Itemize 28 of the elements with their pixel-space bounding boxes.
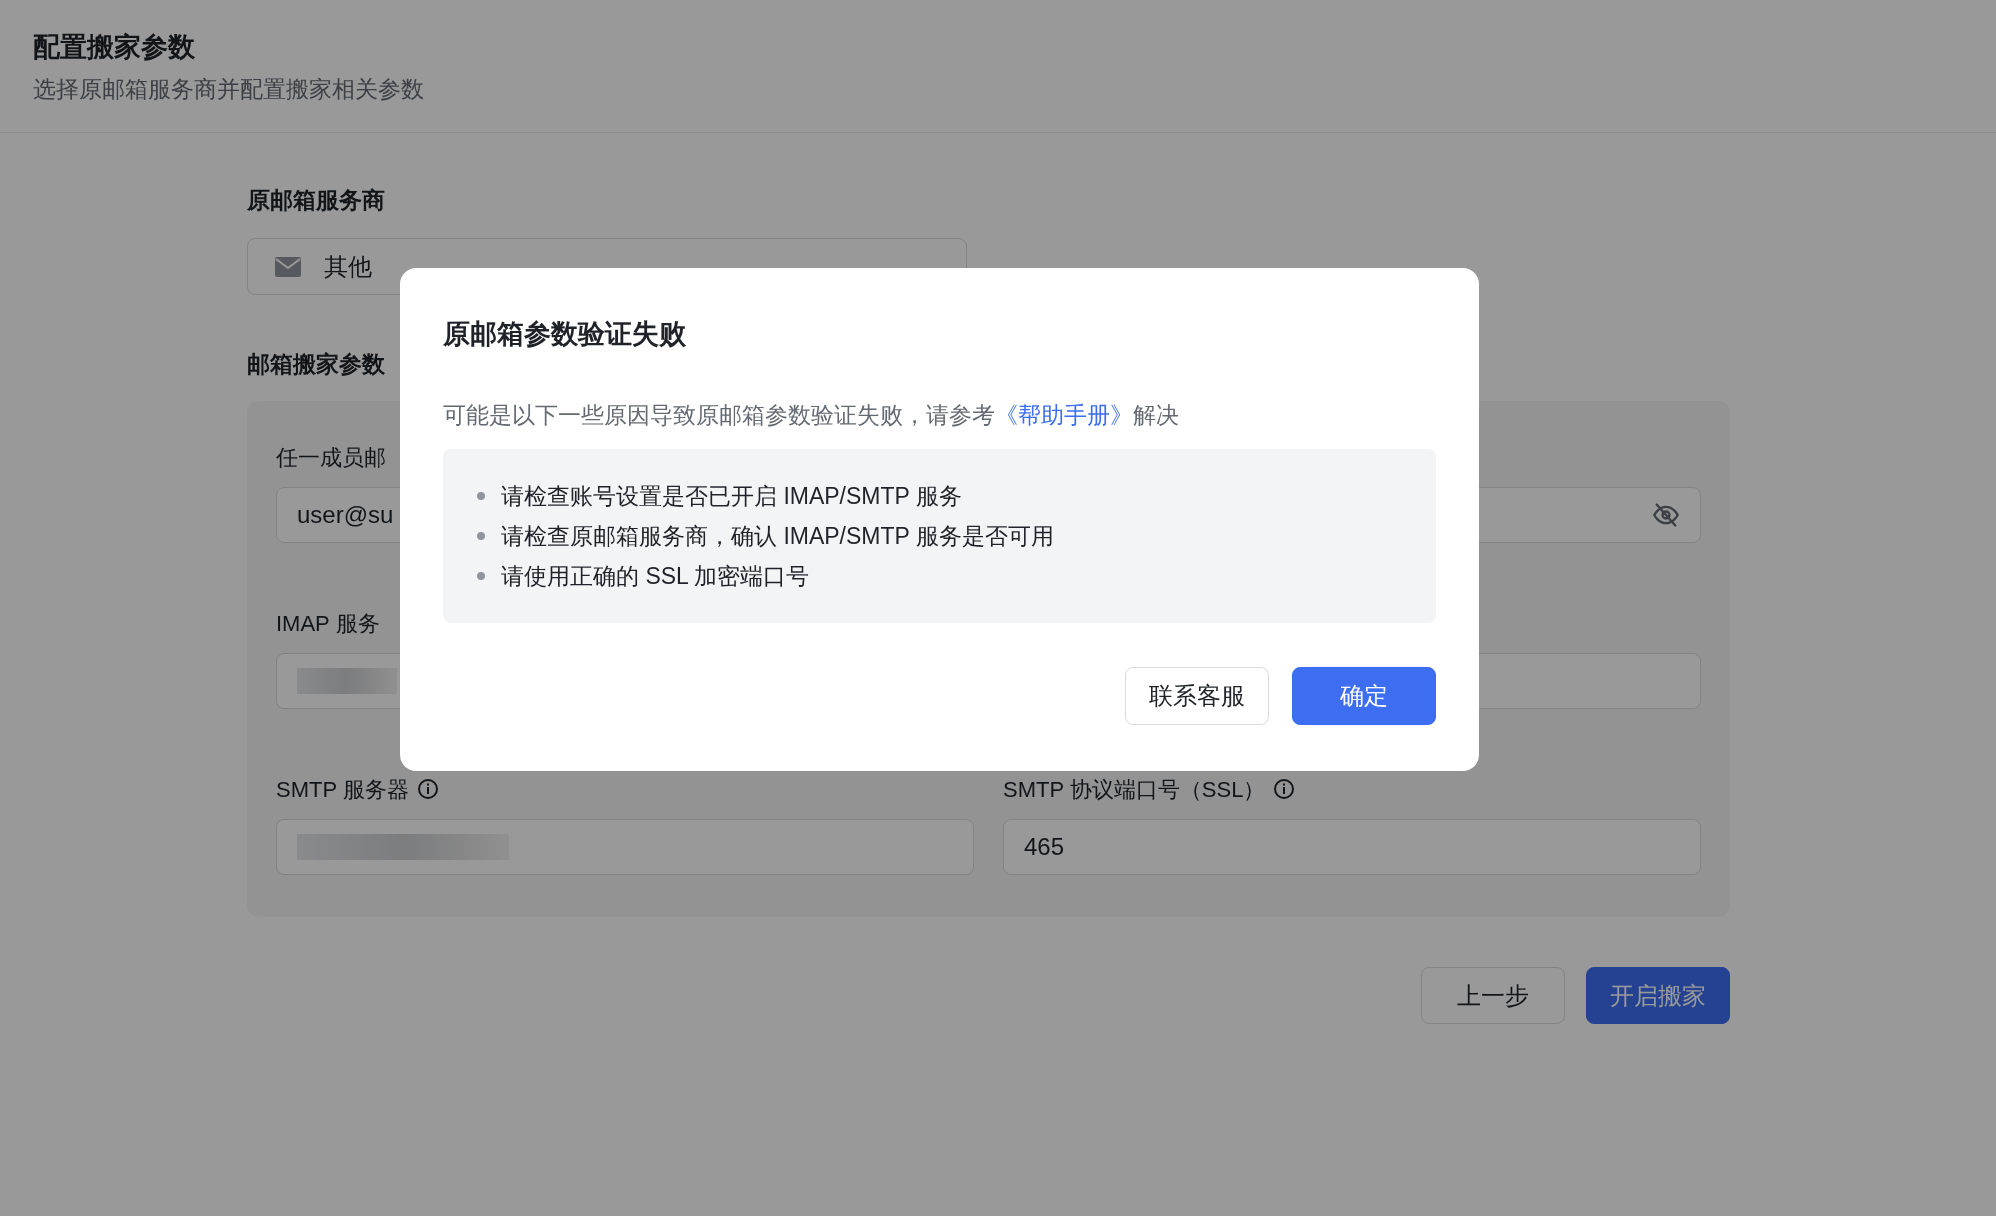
footer-button[interactable]: 上一步	[1421, 967, 1565, 1024]
select-value: 其他	[324, 251, 372, 282]
field-label: IMAP 服务	[276, 609, 380, 638]
eye-off-icon[interactable]	[1652, 501, 1680, 529]
tip-text: 请检查账号设置是否已开启 IMAP/SMTP 服务	[501, 482, 962, 511]
input-field[interactable]: 465	[1003, 819, 1701, 875]
page-title: 配置搬家参数	[33, 31, 196, 64]
field-label: 任一成员邮	[276, 443, 386, 472]
field-value: user@su	[297, 500, 394, 530]
field-value: 465	[1024, 832, 1065, 862]
footer-button[interactable]: 开启搬家	[1586, 967, 1730, 1024]
dialog-title: 原邮箱参数验证失败	[443, 318, 687, 351]
mail-icon	[275, 256, 301, 277]
bullet-icon	[477, 532, 485, 540]
bullet-icon	[477, 492, 485, 500]
section-label: 原邮箱服务商	[247, 186, 386, 215]
field-label: SMTP 协议端口号（SSL）	[1003, 775, 1266, 804]
page-subtitle: 选择原邮箱服务商并配置搬家相关参数	[33, 75, 425, 104]
input-field[interactable]	[276, 819, 974, 875]
tip-text: 请检查原邮箱服务商，确认 IMAP/SMTP 服务是否可用	[501, 522, 1054, 551]
field-label: SMTP 服务器	[276, 775, 409, 804]
help-link[interactable]: 《帮助手册》	[995, 402, 1133, 428]
dialog-button[interactable]: 确定	[1292, 667, 1436, 725]
tip-text: 请使用正确的 SSL 加密端口号	[501, 562, 810, 591]
dialog-button[interactable]: 联系客服	[1125, 667, 1269, 725]
dialog-description: 可能是以下一些原因导致原邮箱参数验证失败，请参考《帮助手册》解决	[443, 401, 1180, 430]
bullet-icon	[477, 572, 485, 580]
section-label: 邮箱搬家参数	[247, 350, 386, 379]
